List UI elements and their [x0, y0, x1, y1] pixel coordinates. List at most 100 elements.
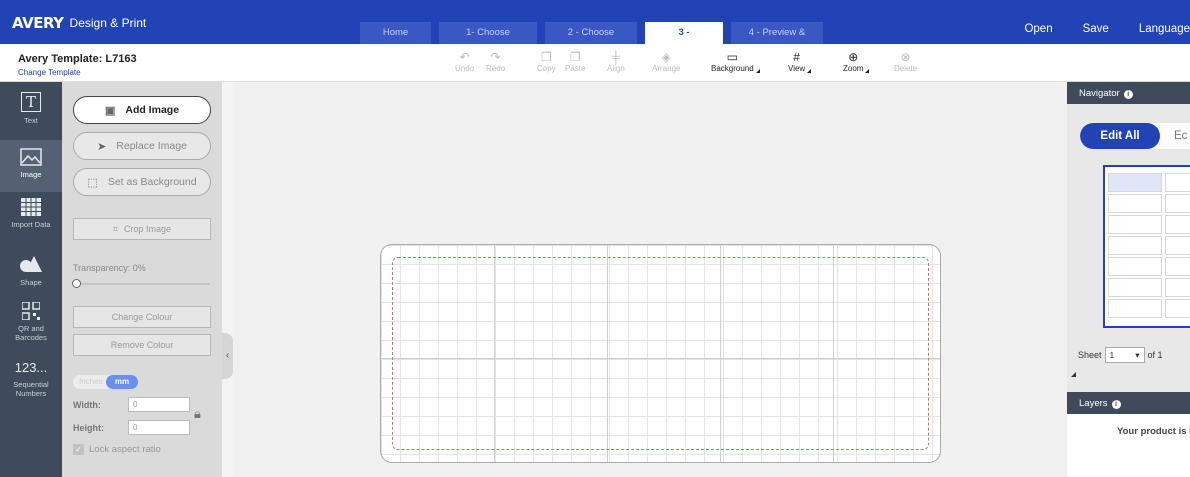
paste-label: Paste [565, 64, 586, 73]
thumb-label[interactable] [1165, 299, 1190, 318]
rail-image-label: Image [20, 170, 42, 179]
sheet-select[interactable]: 1 ▾ [1104, 347, 1145, 363]
image-icon [20, 148, 42, 166]
edit-all-button[interactable]: Edit All [1080, 123, 1160, 149]
unit-toggle[interactable]: Inches mm [73, 375, 138, 389]
redo-label: Redo [486, 64, 506, 73]
language-link[interactable]: Language [1139, 22, 1190, 36]
paste-button[interactable]: ❐ Paste [565, 50, 585, 73]
logo-tagline: Design & Print [69, 16, 147, 30]
zoom-button[interactable]: ⊕ Zoom [843, 50, 870, 73]
tab-choose-design[interactable]: 2 - Choose Design [545, 22, 637, 60]
rail-import-label: Import Data [11, 220, 51, 229]
copy-button[interactable]: ❐ Copy [537, 50, 556, 73]
thumb-label[interactable] [1108, 257, 1162, 276]
thumb-label[interactable] [1165, 173, 1190, 192]
rail-item-shape[interactable]: Shape [0, 254, 62, 294]
edit-one-button[interactable]: Ec [1174, 123, 1187, 149]
change-colour-button[interactable]: Change Colour [73, 306, 211, 328]
thumb-label[interactable] [1108, 215, 1162, 234]
replace-image-label: Replace Image [116, 140, 187, 152]
thumb-label[interactable] [1108, 194, 1162, 213]
sheet-thumbnail[interactable] [1103, 165, 1190, 328]
undo-button[interactable]: ↶ Undo [455, 50, 474, 73]
transparency-slider-knob[interactable] [72, 279, 81, 288]
logo-mark: AVERY [12, 14, 64, 32]
thumb-label[interactable] [1108, 236, 1162, 255]
set-background-button[interactable]: ⬚ Set as Background [73, 168, 211, 196]
shape-icon [20, 256, 42, 272]
tab-preview-print[interactable]: 4 - Preview & Print [731, 22, 823, 60]
collapse-panel-button[interactable]: ‹ [222, 333, 233, 379]
rail-seq-label-2: Numbers [15, 389, 47, 398]
top-actions: Open Save Language [1024, 22, 1190, 36]
height-input[interactable]: 0 [128, 420, 190, 435]
editor-toolbar: Avery Template: L7163 Change Template ↶ U… [0, 44, 1190, 82]
crop-image-button[interactable]: ⌗ Crop Image [73, 218, 211, 240]
lock-aspect-checkbox[interactable]: ✓ Lock aspect ratio [73, 444, 161, 455]
add-image-label: Add Image [125, 104, 180, 116]
resize-corner-icon[interactable] [1071, 372, 1076, 377]
rail-item-import-data[interactable]: Import Data [0, 198, 62, 238]
redo-button[interactable]: ↷ Redo [486, 50, 505, 73]
delete-label: Delete [894, 64, 918, 73]
info-icon[interactable]: i [1123, 90, 1133, 99]
chevron-left-icon: ‹ [225, 350, 230, 361]
rail-seq-label-1: Sequential [13, 380, 49, 389]
change-template-link[interactable]: Change Template [18, 68, 81, 77]
align-icon: ╪ [611, 50, 621, 64]
undo-icon: ↶ [459, 50, 470, 64]
background-label: Background [711, 64, 754, 73]
thumb-label[interactable] [1108, 173, 1162, 192]
rail-item-qr-barcodes[interactable]: QR and Barcodes [0, 302, 62, 348]
tab-choose-template[interactable]: 1- Choose Template [439, 22, 537, 60]
paste-icon: ❐ [569, 50, 581, 64]
view-button[interactable]: # View [788, 50, 812, 73]
add-image-button[interactable]: ▣ Add Image [73, 96, 211, 124]
crop-image-label: Crop Image [124, 224, 172, 234]
step-tabs: Home 1- Choose Template 2 - Choose Desig… [360, 22, 823, 60]
thumb-label[interactable] [1108, 278, 1162, 297]
remove-colour-button[interactable]: Remove Colour [73, 334, 211, 356]
tab-customise[interactable]: 3 - Customise [645, 22, 723, 60]
thumb-label[interactable] [1165, 278, 1190, 297]
lock-icon[interactable]: 🔒︎ [194, 406, 201, 422]
align-button[interactable]: ╪ Align [607, 50, 625, 73]
arrange-icon: ◈ [661, 50, 671, 64]
rail-item-sequential-numbers[interactable]: 123... Sequential Numbers [0, 360, 62, 406]
unit-mm[interactable]: mm [106, 375, 138, 389]
tab-home[interactable]: Home [360, 22, 431, 44]
arrange-button[interactable]: ◈ Arrange [652, 50, 680, 73]
unit-inches[interactable]: Inches [79, 377, 103, 386]
zoom-icon: ⊕ [848, 50, 859, 64]
thumb-label[interactable] [1165, 257, 1190, 276]
delete-button[interactable]: ⊗ Delete [894, 50, 917, 73]
top-nav-bar: AVERY Design & Print Home 1- Choose Temp… [0, 0, 1190, 60]
thumb-label[interactable] [1108, 299, 1162, 318]
rail-item-text[interactable]: T Text [0, 86, 62, 138]
text-icon: T [21, 92, 41, 112]
arrange-label: Arrange [652, 64, 681, 73]
open-link[interactable]: Open [1024, 22, 1052, 36]
sheet-of-label: of 1 [1147, 350, 1163, 360]
thumb-label[interactable] [1165, 194, 1190, 213]
save-link[interactable]: Save [1083, 22, 1109, 36]
thumb-label[interactable] [1165, 236, 1190, 255]
design-canvas[interactable] [233, 82, 1067, 477]
lock-aspect-label: Lock aspect ratio [89, 444, 161, 455]
navigator-header: Navigator i [1067, 82, 1190, 104]
background-button[interactable]: ▭ Background [711, 50, 760, 73]
replace-image-button[interactable]: ➤ Replace Image [73, 132, 211, 160]
width-input[interactable]: 0 [128, 397, 190, 412]
undo-label: Undo [455, 64, 475, 73]
thumb-label[interactable] [1165, 215, 1190, 234]
info-icon[interactable]: i [1111, 400, 1121, 409]
navigator-panel: Navigator i Edit All Ec Sheet 1 ▾ of 1 Lay… [1067, 82, 1190, 477]
align-label: Align [607, 64, 625, 73]
background-image-icon: ⬚ [87, 176, 98, 189]
avery-logo[interactable]: AVERY Design & Print [12, 14, 146, 32]
rail-item-image[interactable]: Image [0, 140, 62, 192]
label-artboard[interactable] [380, 244, 941, 463]
transparency-slider-track[interactable] [76, 283, 210, 285]
layers-empty-message: Your product is bla [1117, 426, 1190, 437]
